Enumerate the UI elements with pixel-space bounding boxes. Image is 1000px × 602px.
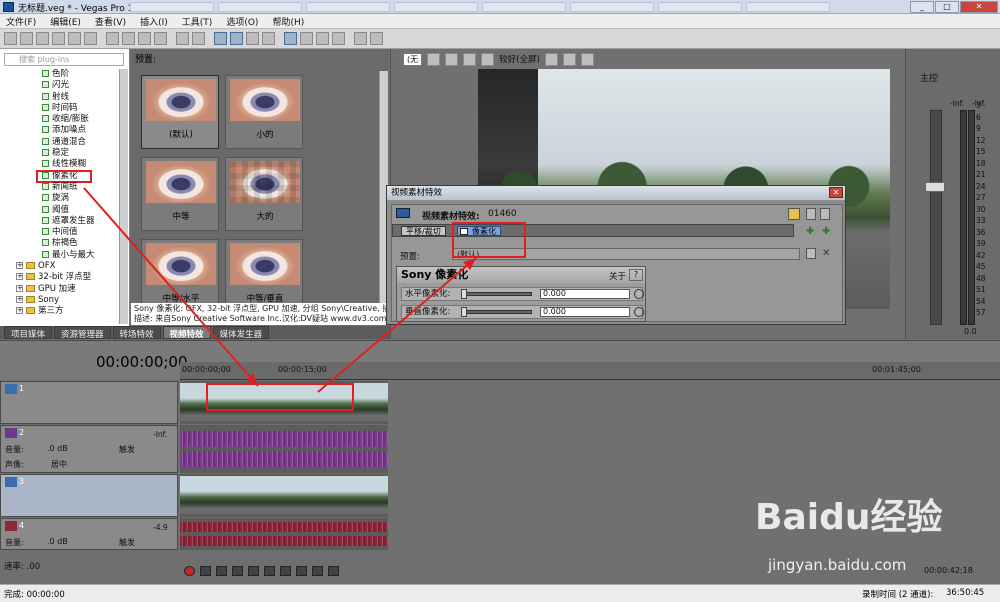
- baidu-watermark-url: jingyan.baidu.com: [768, 556, 907, 574]
- arrow-line: [83, 187, 259, 387]
- status-left: 完成: 00:00:00: [4, 590, 65, 600]
- record-time-label: 录制时间 (2 通道):: [862, 590, 934, 600]
- arrow-line: [317, 257, 477, 393]
- record-time-value: 36:50:45: [946, 588, 985, 598]
- baidu-watermark-logo: Baidu经验: [755, 497, 943, 538]
- status-bar: 完成: 00:00:00 录制时间 (2 通道): 36:50:45: [0, 584, 1000, 602]
